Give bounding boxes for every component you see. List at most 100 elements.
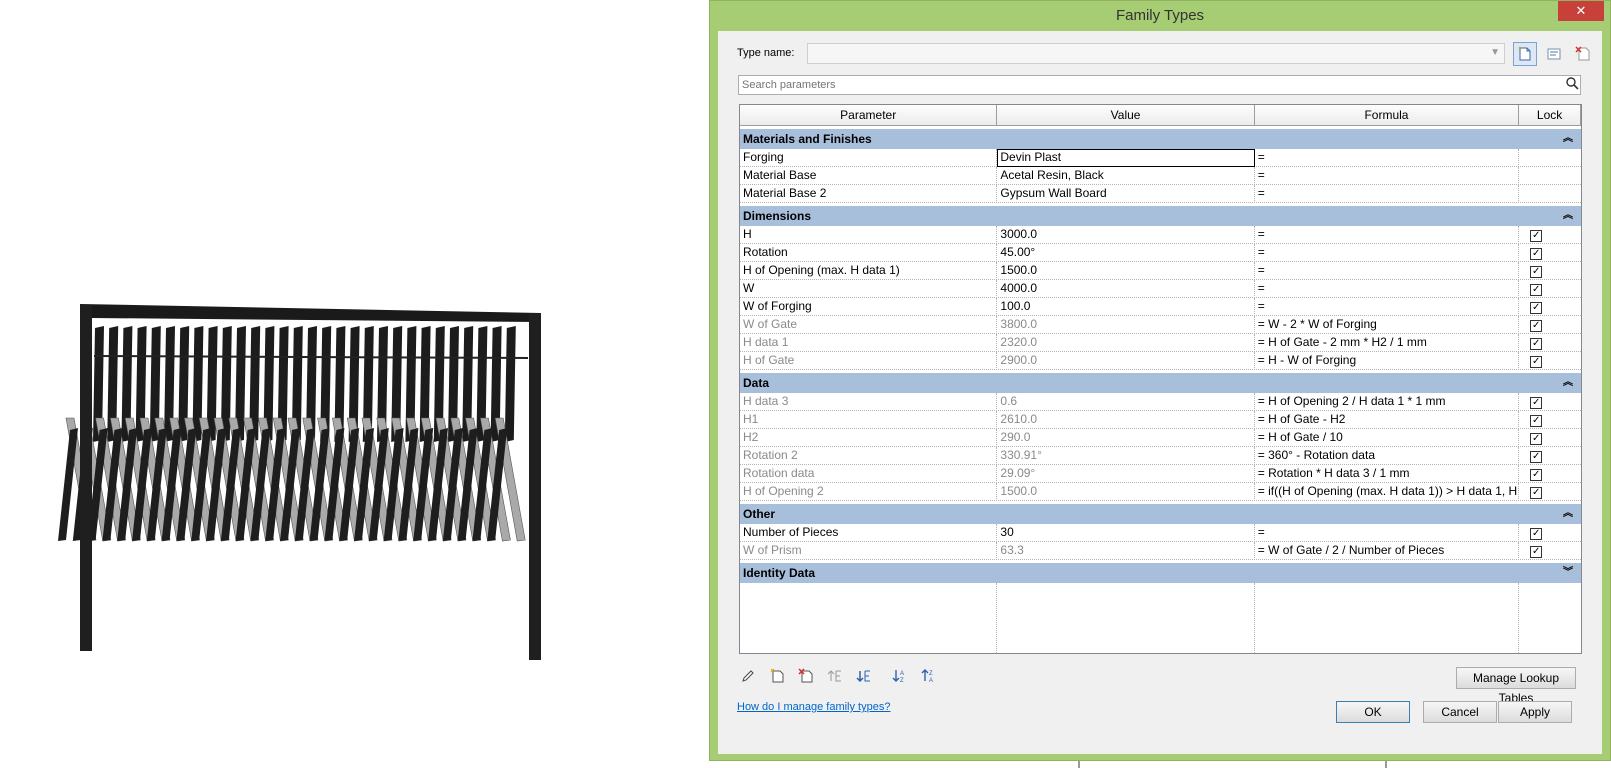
help-link[interactable]: How do I manage family types? [737,701,890,713]
rename-type-button[interactable] [1542,42,1566,66]
parameter-value[interactable]: 2610.0 [997,411,1255,429]
parameter-value[interactable]: 1500.0 [997,262,1255,280]
apply-button[interactable]: Apply [1498,701,1572,723]
group-header[interactable]: Materials and Finishes ︽ [740,129,1581,149]
parameter-row[interactable]: Rotation data 29.09° = Rotation * H data 3… [740,465,1581,483]
parameter-row[interactable]: Rotation 45.00° = ✓ [740,244,1581,262]
parameter-row[interactable]: W of Gate 3800.0 = W - 2 * W of Forging ✓ [740,316,1581,334]
lock-checkbox[interactable]: ✓ [1530,397,1543,409]
parameter-formula[interactable]: = W of Gate / 2 / Number of Pieces [1255,542,1520,560]
parameter-formula[interactable]: = [1255,298,1520,316]
parameter-formula[interactable]: = [1255,262,1520,280]
parameter-row[interactable]: Rotation 2 330.91° = 360° - Rotation data ✓ [740,447,1581,465]
lock-checkbox[interactable]: ✓ [1530,546,1543,558]
parameter-value[interactable]: 4000.0 [997,280,1255,298]
3d-model-viewport[interactable] [0,0,700,768]
type-name-combo[interactable]: ▼ [807,43,1505,64]
collapse-icon[interactable]: ︽ [1563,504,1573,524]
collapse-icon[interactable]: ︽ [1563,206,1573,226]
parameter-row[interactable]: H of Opening 2 1500.0 = if((H of Opening (… [740,483,1581,501]
parameter-value[interactable]: 330.91° [997,447,1255,465]
parameter-row[interactable]: Forging Devin Plast = [740,149,1581,167]
group-header[interactable]: Data ︽ [740,373,1581,393]
lock-checkbox[interactable]: ✓ [1530,302,1543,314]
parameter-formula[interactable]: = [1255,226,1520,244]
parameter-row[interactable]: W of Prism 63.3 = W of Gate / 2 / Number o… [740,542,1581,560]
parameter-row[interactable]: H1 2610.0 = H of Gate - H2 ✓ [740,411,1581,429]
parameter-value[interactable]: 1500.0 [997,483,1255,501]
column-header-parameter[interactable]: Parameter [740,105,998,126]
cancel-button[interactable]: Cancel [1423,701,1497,723]
parameter-formula[interactable]: = [1255,280,1520,298]
parameter-value[interactable]: 63.3 [997,542,1255,560]
lock-checkbox[interactable]: ✓ [1530,320,1543,332]
parameter-row[interactable]: H2 290.0 = H of Gate / 10 ✓ [740,429,1581,447]
delete-parameter-icon[interactable] [795,668,817,690]
parameter-value[interactable]: 3000.0 [997,226,1255,244]
lock-checkbox[interactable]: ✓ [1530,248,1543,260]
parameter-value[interactable]: 100.0 [997,298,1255,316]
delete-type-button[interactable] [1571,42,1595,66]
parameter-value[interactable]: 45.00° [997,244,1255,262]
search-input[interactable] [738,75,1581,95]
new-type-button[interactable] [1513,42,1537,66]
group-header[interactable]: Identity Data ︾ [740,563,1581,583]
parameter-row[interactable]: Number of Pieces 30 = ✓ [740,524,1581,542]
edit-parameter-icon[interactable] [737,668,759,690]
parameter-formula[interactable]: = H of Gate - H2 [1255,411,1520,429]
move-up-icon[interactable] [824,668,846,690]
parameter-formula[interactable]: = Rotation * H data 3 / 1 mm [1255,465,1520,483]
parameter-formula[interactable]: = [1255,149,1520,167]
parameter-row[interactable]: H data 3 0.6 = H of Opening 2 / H data 1 *… [740,393,1581,411]
parameter-value[interactable]: 0.6 [997,393,1255,411]
sort-descending-icon[interactable]: ZA [917,668,939,690]
parameter-value[interactable]: 3800.0 [997,316,1255,334]
lock-checkbox[interactable]: ✓ [1530,266,1543,278]
search-icon[interactable] [1566,77,1579,93]
collapse-icon[interactable]: ︽ [1563,129,1573,149]
sort-ascending-icon[interactable]: AZ [888,668,910,690]
expand-icon[interactable]: ︾ [1563,563,1573,583]
parameter-formula[interactable]: = W - 2 * W of Forging [1255,316,1520,334]
lock-checkbox[interactable]: ✓ [1530,284,1543,296]
parameter-formula[interactable]: = H - W of Forging [1255,352,1520,370]
manage-lookup-tables-button[interactable]: Manage Lookup Tables [1456,667,1576,705]
parameter-value[interactable]: Acetal Resin, Black [997,167,1255,185]
parameter-value[interactable]: 2900.0 [997,352,1255,370]
parameter-formula[interactable]: = [1255,244,1520,262]
column-header-lock[interactable]: Lock [1519,105,1581,126]
parameter-row[interactable]: H 3000.0 = ✓ [740,226,1581,244]
lock-checkbox[interactable]: ✓ [1530,338,1543,350]
lock-checkbox[interactable]: ✓ [1530,487,1543,499]
parameter-formula[interactable]: = H of Gate - 2 mm * H2 / 1 mm [1255,334,1520,352]
parameter-formula[interactable]: = [1255,524,1520,542]
parameter-row[interactable]: H of Opening (max. H data 1) 1500.0 = ✓ [740,262,1581,280]
parameter-value[interactable]: 29.09° [997,465,1255,483]
parameter-row[interactable]: H data 1 2320.0 = H of Gate - 2 mm * H2 / … [740,334,1581,352]
lock-checkbox[interactable]: ✓ [1530,528,1543,540]
parameter-value[interactable]: Gypsum Wall Board [997,185,1255,203]
parameter-value[interactable]: 290.0 [997,429,1255,447]
new-parameter-icon[interactable] [766,668,788,690]
parameter-formula[interactable]: = H of Opening 2 / H data 1 * 1 mm [1255,393,1520,411]
parameter-value[interactable]: 30 [997,524,1255,542]
parameter-formula[interactable]: = 360° - Rotation data [1255,447,1520,465]
lock-checkbox[interactable]: ✓ [1530,415,1543,427]
group-header[interactable]: Other ︽ [740,504,1581,524]
ok-button[interactable]: OK [1336,701,1410,723]
lock-checkbox[interactable]: ✓ [1530,433,1543,445]
parameter-formula[interactable]: = H of Gate / 10 [1255,429,1520,447]
parameter-formula[interactable]: = [1255,185,1520,203]
parameter-row[interactable]: Material Base 2 Gypsum Wall Board = [740,185,1581,203]
column-header-formula[interactable]: Formula [1254,105,1520,126]
lock-checkbox[interactable]: ✓ [1530,356,1543,368]
lock-checkbox[interactable]: ✓ [1530,451,1543,463]
move-down-icon[interactable] [853,668,875,690]
parameter-value[interactable]: 2320.0 [997,334,1255,352]
parameter-row[interactable]: Material Base Acetal Resin, Black = [740,167,1581,185]
column-header-value[interactable]: Value [997,105,1255,126]
lock-checkbox[interactable]: ✓ [1530,469,1543,481]
parameter-formula[interactable]: = if((H of Opening (max. H data 1)) > H … [1255,483,1520,501]
close-button[interactable]: ✕ [1558,1,1604,21]
parameter-row[interactable]: W of Forging 100.0 = ✓ [740,298,1581,316]
